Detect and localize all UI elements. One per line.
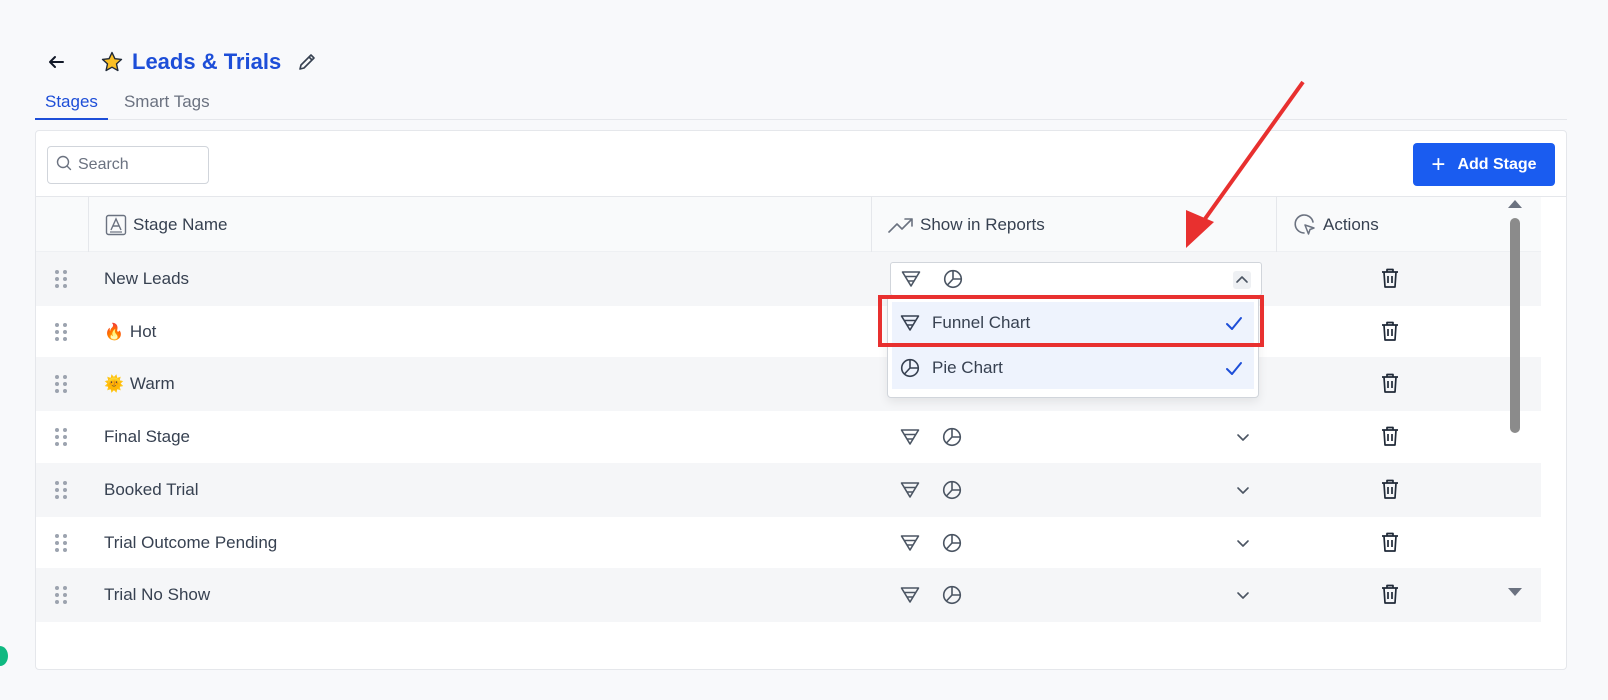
drag-handle-icon[interactable]: [54, 269, 68, 289]
drag-handle-icon[interactable]: [54, 533, 68, 553]
chevron-down-icon[interactable]: [1234, 586, 1252, 604]
option-label: Pie Chart: [932, 358, 1003, 377]
column-actions: Actions: [1276, 197, 1541, 252]
funnel-icon: [900, 534, 920, 552]
checkmark-icon: [1224, 358, 1244, 383]
search-input[interactable]: [78, 156, 198, 174]
stage-name-text: Booked Trial: [104, 479, 199, 499]
drag-handle-icon[interactable]: [54, 480, 68, 500]
add-stage-button[interactable]: + Add Stage: [1413, 143, 1555, 186]
tab-bar: Stages Smart Tags: [35, 88, 1567, 120]
funnel-icon: [900, 481, 920, 499]
drag-handle-icon[interactable]: [54, 427, 68, 447]
tab-smart-tags[interactable]: Smart Tags: [114, 88, 220, 120]
star-icon: [100, 50, 124, 74]
trash-icon[interactable]: [1380, 531, 1402, 555]
table-header: Stage Name Show in Reports Actions: [36, 197, 1541, 252]
column-stage-name: Stage Name: [88, 197, 871, 252]
stage-name: 🔥 Hot: [104, 322, 156, 342]
page-header: Leads & Trials: [44, 44, 319, 80]
table-row[interactable]: Booked Trial: [36, 462, 1541, 517]
pie-chart-icon: [942, 480, 962, 500]
table-row[interactable]: 🔥 Hot: [36, 305, 1541, 359]
funnel-icon: [901, 270, 921, 288]
trash-icon[interactable]: [1380, 478, 1402, 502]
trash-icon[interactable]: [1380, 425, 1402, 449]
stage-name: Trial Outcome Pending: [104, 533, 277, 553]
stage-name-text: New Leads: [104, 269, 190, 288]
column-label: Show in Reports: [920, 214, 1045, 234]
trash-icon[interactable]: [1380, 583, 1402, 607]
stage-name-text: Final Stage: [104, 427, 190, 447]
scroll-down-arrow-icon[interactable]: [1508, 588, 1522, 596]
stage-name: Booked Trial: [104, 480, 199, 500]
chevron-down-icon[interactable]: [1234, 428, 1252, 446]
back-arrow-icon[interactable]: [44, 50, 68, 74]
table-row[interactable]: New Leads: [36, 252, 1541, 306]
stage-name-text: Trial No Show: [104, 585, 211, 605]
stage-name-text: Warm: [129, 374, 175, 394]
stage-emoji: 🌞: [104, 376, 124, 394]
stage-name-text: Hot: [129, 321, 157, 341]
funnel-icon: [900, 586, 920, 604]
text-field-icon: [105, 214, 127, 236]
show-in-reports-select[interactable]: [890, 262, 1262, 296]
search-box[interactable]: [47, 146, 209, 184]
search-icon: [56, 155, 72, 176]
pie-chart-icon: [942, 585, 962, 605]
stage-name-text: Trial Outcome Pending: [104, 532, 278, 552]
drag-handle-icon[interactable]: [54, 322, 68, 342]
stages-panel: + Add Stage Stage Name Show in Reports A…: [35, 130, 1567, 670]
pie-chart-icon: [942, 427, 962, 447]
plus-icon: +: [1431, 150, 1446, 178]
column-label: Actions: [1323, 214, 1379, 234]
option-pie-chart[interactable]: Pie Chart: [892, 347, 1254, 389]
column-label: Stage Name: [133, 214, 228, 234]
option-label: Funnel Chart: [932, 313, 1031, 332]
funnel-icon: [900, 314, 920, 332]
stage-emoji: 🔥: [104, 323, 124, 341]
scroll-thumb[interactable]: [1510, 218, 1520, 433]
funnel-icon: [900, 428, 920, 446]
tab-stages[interactable]: Stages: [35, 88, 108, 120]
status-dot: [0, 646, 8, 666]
chevron-down-icon[interactable]: [1234, 481, 1252, 499]
show-in-reports-select[interactable]: [890, 526, 1262, 560]
trash-icon[interactable]: [1380, 372, 1402, 396]
stage-name: 🌞 Warm: [104, 374, 175, 394]
toolbar: + Add Stage: [36, 131, 1566, 197]
column-show-in-reports: Show in Reports: [871, 197, 1276, 252]
trash-icon[interactable]: [1380, 267, 1402, 291]
chevron-down-icon[interactable]: [1234, 534, 1252, 552]
option-funnel-chart[interactable]: Funnel Chart: [892, 302, 1254, 344]
add-stage-label: Add Stage: [1457, 155, 1537, 173]
show-in-reports-select[interactable]: [890, 420, 1262, 454]
page-title: Leads & Trials: [132, 49, 282, 74]
trend-up-icon: [888, 216, 914, 234]
show-in-reports-select[interactable]: [890, 473, 1262, 507]
pencil-icon[interactable]: [297, 51, 319, 73]
table-row[interactable]: Final Stage: [36, 410, 1541, 464]
cursor-click-icon: [1293, 213, 1317, 237]
drag-handle-icon[interactable]: [54, 585, 68, 605]
pie-chart-icon: [943, 269, 963, 289]
checkmark-icon: [1224, 313, 1244, 338]
show-in-reports-select[interactable]: [890, 578, 1262, 612]
table-row[interactable]: Trial No Show: [36, 568, 1541, 623]
report-type-dropdown: Funnel Chart Pie Chart: [887, 296, 1259, 398]
stage-name: Trial No Show: [104, 585, 210, 605]
stage-name: Final Stage: [104, 427, 190, 447]
stage-name: New Leads: [104, 269, 189, 289]
table-scrollbar[interactable]: [1507, 196, 1523, 600]
pie-chart-icon: [900, 358, 920, 378]
drag-handle-icon[interactable]: [54, 374, 68, 394]
chevron-up-icon[interactable]: [1233, 271, 1251, 289]
pie-chart-icon: [942, 533, 962, 553]
table-row[interactable]: 🌞 Warm: [36, 357, 1541, 412]
table-row[interactable]: Trial Outcome Pending: [36, 516, 1541, 570]
scroll-up-arrow-icon[interactable]: [1508, 200, 1522, 208]
trash-icon[interactable]: [1380, 320, 1402, 344]
